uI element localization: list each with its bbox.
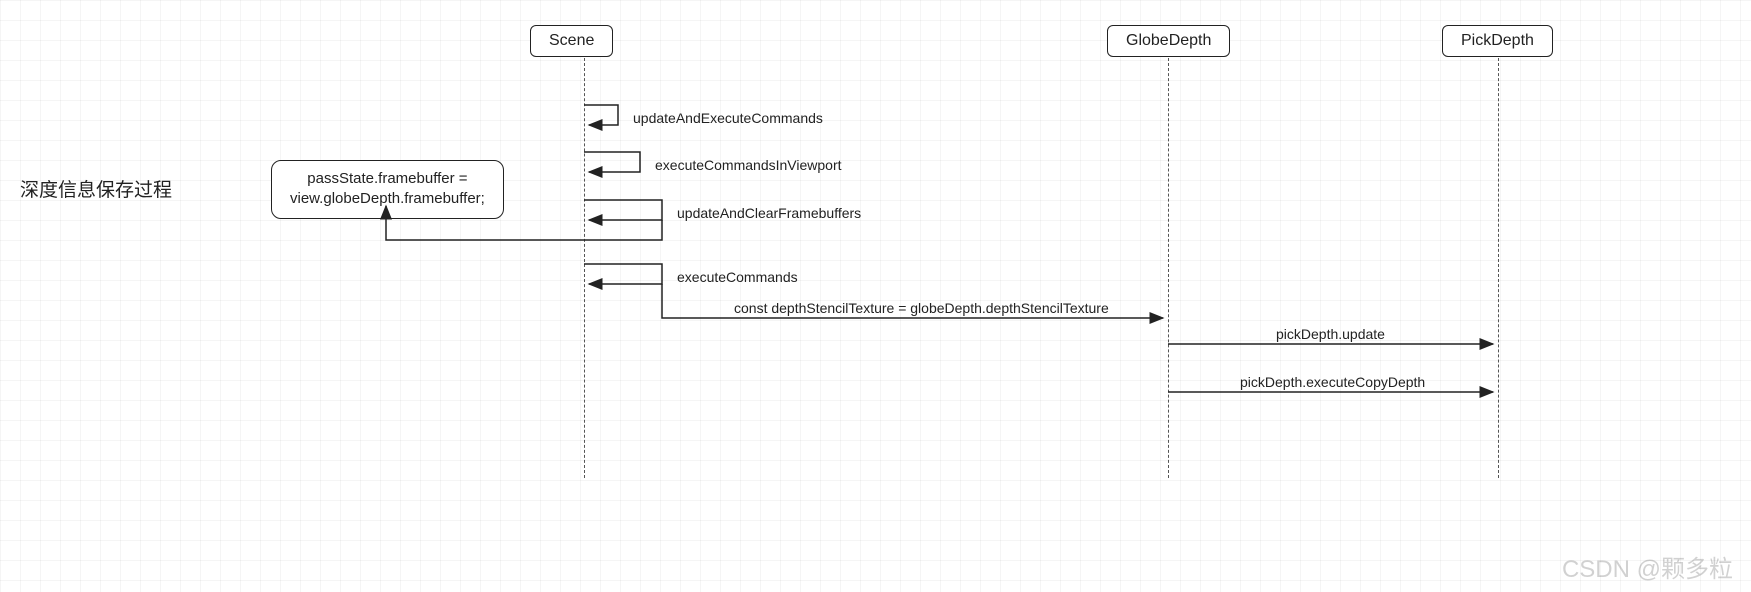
diagram-title: 深度信息保存过程 xyxy=(20,175,172,202)
participant-globedepth: GlobeDepth xyxy=(1107,25,1230,57)
note-framebuffer: passState.framebuffer = view.globeDepth.… xyxy=(271,160,504,219)
lifeline-pickdepth xyxy=(1498,58,1499,478)
label-update-clear-framebuffers: updateAndClearFramebuffers xyxy=(677,205,861,221)
lifeline-globedepth xyxy=(1168,58,1169,478)
lifeline-scene xyxy=(584,58,585,478)
label-pickdepth-update: pickDepth.update xyxy=(1276,326,1385,342)
label-pickdepth-execute-copy-depth: pickDepth.executeCopyDepth xyxy=(1240,374,1425,390)
participant-scene: Scene xyxy=(530,25,613,57)
label-depth-stencil-texture: const depthStencilTexture = globeDepth.d… xyxy=(734,300,1109,316)
label-execute-commands: executeCommands xyxy=(677,269,798,285)
participant-pickdepth: PickDepth xyxy=(1442,25,1553,57)
note-line2: view.globeDepth.framebuffer; xyxy=(290,190,485,207)
note-line1: passState.framebuffer = xyxy=(307,170,467,187)
watermark: CSDN @颗多粒 xyxy=(1562,549,1733,584)
label-execute-commands-in-viewport: executeCommandsInViewport xyxy=(655,157,842,173)
label-update-execute-commands: updateAndExecuteCommands xyxy=(633,110,823,126)
diagram-arrows xyxy=(0,0,1751,592)
